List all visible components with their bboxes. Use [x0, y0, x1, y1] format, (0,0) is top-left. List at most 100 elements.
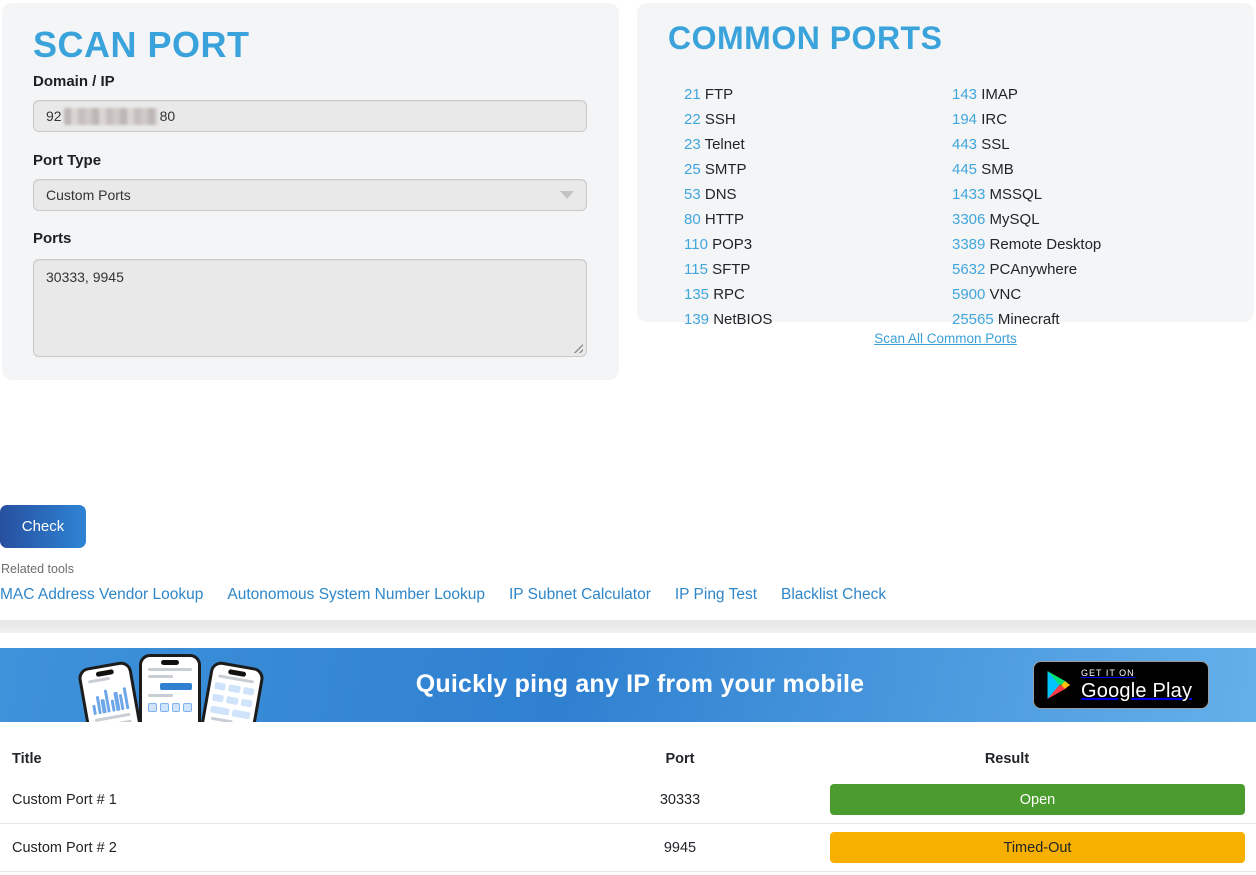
result-title: Custom Port # 1	[0, 792, 602, 808]
common-ports-column-right: 143 IMAP194 IRC443 SSL445 SMB1433 MSSQL3…	[952, 82, 1101, 332]
domain-ip-value-suffix: 80	[160, 108, 176, 124]
port-type-select[interactable]: Custom Ports	[33, 179, 587, 211]
result-badge: Timed-Out	[830, 832, 1245, 863]
header-port: Port	[602, 751, 758, 767]
common-port-item: 443 SSL	[952, 132, 1101, 157]
port-name: NetBIOS	[713, 311, 772, 328]
mobile-app-banner: Quickly ping any IP from your mobile GET…	[0, 648, 1256, 722]
result-title: Custom Port # 2	[0, 840, 602, 856]
check-button[interactable]: Check	[0, 505, 86, 548]
result-port: 9945	[602, 840, 758, 856]
table-row: Custom Port # 130333 Open	[0, 776, 1256, 824]
port-name: IRC	[981, 111, 1007, 128]
port-number: 135	[684, 286, 709, 303]
port-number: 443	[952, 136, 977, 153]
port-number: 3306	[952, 211, 985, 228]
google-play-text: GET IT ON Google Play	[1081, 669, 1192, 701]
port-name: SFTP	[712, 261, 750, 278]
common-port-item: 115 SFTP	[684, 257, 772, 282]
related-tool-link[interactable]: MAC Address Vendor Lookup	[0, 586, 203, 604]
common-port-item: 445 SMB	[952, 157, 1101, 182]
section-divider	[0, 620, 1256, 633]
results-body: Custom Port # 130333 Open Custom Port # 29…	[0, 776, 1256, 872]
common-port-item: 143 IMAP	[952, 82, 1101, 107]
port-name: SMTP	[705, 161, 747, 178]
result-port: 30333	[602, 792, 758, 808]
port-name: RPC	[713, 286, 745, 303]
common-port-item: 53 DNS	[684, 182, 772, 207]
scan-port-panel: SCAN PORT Domain / IP 9280 Port Type Cus…	[2, 3, 619, 380]
port-number: 194	[952, 111, 977, 128]
port-name: Remote Desktop	[990, 236, 1102, 253]
table-row: Custom Port # 29945 Timed-Out	[0, 824, 1256, 872]
port-number: 25565	[952, 311, 994, 328]
common-ports-column-left: 21 FTP22 SSH23 Telnet25 SMTP53 DNS80 HTT…	[684, 82, 772, 332]
common-port-item: 22 SSH	[684, 107, 772, 132]
common-port-item: 1433 MSSQL	[952, 182, 1101, 207]
common-ports-title: COMMON PORTS	[637, 3, 1254, 56]
port-number: 110	[684, 236, 708, 253]
port-number: 139	[684, 311, 709, 328]
common-ports-panel: COMMON PORTS 21 FTP22 SSH23 Telnet25 SMT…	[637, 3, 1254, 322]
port-name: PCAnywhere	[990, 261, 1078, 278]
port-name: DNS	[705, 186, 737, 203]
port-number: 21	[684, 86, 701, 103]
chevron-down-icon	[560, 191, 574, 199]
related-tools-label: Related tools	[1, 562, 74, 576]
result-cell: Timed-Out	[758, 832, 1256, 863]
ports-label: Ports	[33, 231, 587, 247]
related-tool-link[interactable]: Blacklist Check	[781, 586, 886, 604]
scan-all-common-ports-link[interactable]: Scan All Common Ports	[874, 331, 1017, 346]
port-name: Telnet	[705, 136, 745, 153]
port-name: FTP	[705, 86, 733, 103]
common-port-item: 135 RPC	[684, 282, 772, 307]
port-name: VNC	[990, 286, 1022, 303]
redacted-blur	[64, 108, 158, 125]
domain-ip-value-prefix: 92	[46, 108, 62, 124]
google-play-icon	[1044, 669, 1072, 701]
related-tool-link[interactable]: IP Subnet Calculator	[509, 586, 651, 604]
port-name: SMB	[981, 161, 1014, 178]
domain-ip-input[interactable]: 92 80	[33, 100, 587, 132]
ports-textarea[interactable]: 30333, 9945	[33, 259, 587, 357]
resize-handle-icon[interactable]	[572, 342, 583, 353]
port-name: POP3	[712, 236, 752, 253]
port-name: SSH	[705, 111, 736, 128]
port-type-label: Port Type	[33, 153, 587, 169]
port-name: MySQL	[990, 211, 1040, 228]
port-name: MSSQL	[990, 186, 1043, 203]
common-port-item: 194 IRC	[952, 107, 1101, 132]
common-port-item: 25 SMTP	[684, 157, 772, 182]
port-number: 5632	[952, 261, 985, 278]
related-tool-link[interactable]: IP Ping Test	[675, 586, 757, 604]
result-badge: Open	[830, 784, 1245, 815]
scan-all-wrap: Scan All Common Ports	[637, 330, 1254, 348]
port-number: 1433	[952, 186, 985, 203]
common-port-item: 139 NetBIOS	[684, 307, 772, 332]
port-number: 25	[684, 161, 701, 178]
port-name: HTTP	[705, 211, 744, 228]
port-number: 143	[952, 86, 977, 103]
google-play-badge[interactable]: GET IT ON Google Play	[1033, 661, 1209, 709]
port-name: Minecraft	[998, 311, 1060, 328]
common-port-item: 25565 Minecraft	[952, 307, 1101, 332]
port-number: 22	[684, 111, 701, 128]
common-port-item: 21 FTP	[684, 82, 772, 107]
scan-results-table: Title Port Result Custom Port # 130333Op…	[0, 742, 1256, 872]
common-port-item: 23 Telnet	[684, 132, 772, 157]
google-play-label: Google Play	[1081, 681, 1192, 701]
port-type-selected-value: Custom Ports	[46, 187, 131, 203]
port-number: 53	[684, 186, 701, 203]
port-number: 445	[952, 161, 977, 178]
header-result: Result	[758, 751, 1256, 767]
port-number: 3389	[952, 236, 985, 253]
scan-port-title: SCAN PORT	[33, 25, 587, 65]
common-port-item: 110 POP3	[684, 232, 772, 257]
port-number: 23	[684, 136, 701, 153]
result-cell: Open	[758, 784, 1256, 815]
ports-value: 30333, 9945	[46, 269, 124, 285]
port-name: SSL	[981, 136, 1009, 153]
port-name: IMAP	[981, 86, 1018, 103]
common-port-item: 5632 PCAnywhere	[952, 257, 1101, 282]
related-tool-link[interactable]: Autonomous System Number Lookup	[227, 586, 485, 604]
